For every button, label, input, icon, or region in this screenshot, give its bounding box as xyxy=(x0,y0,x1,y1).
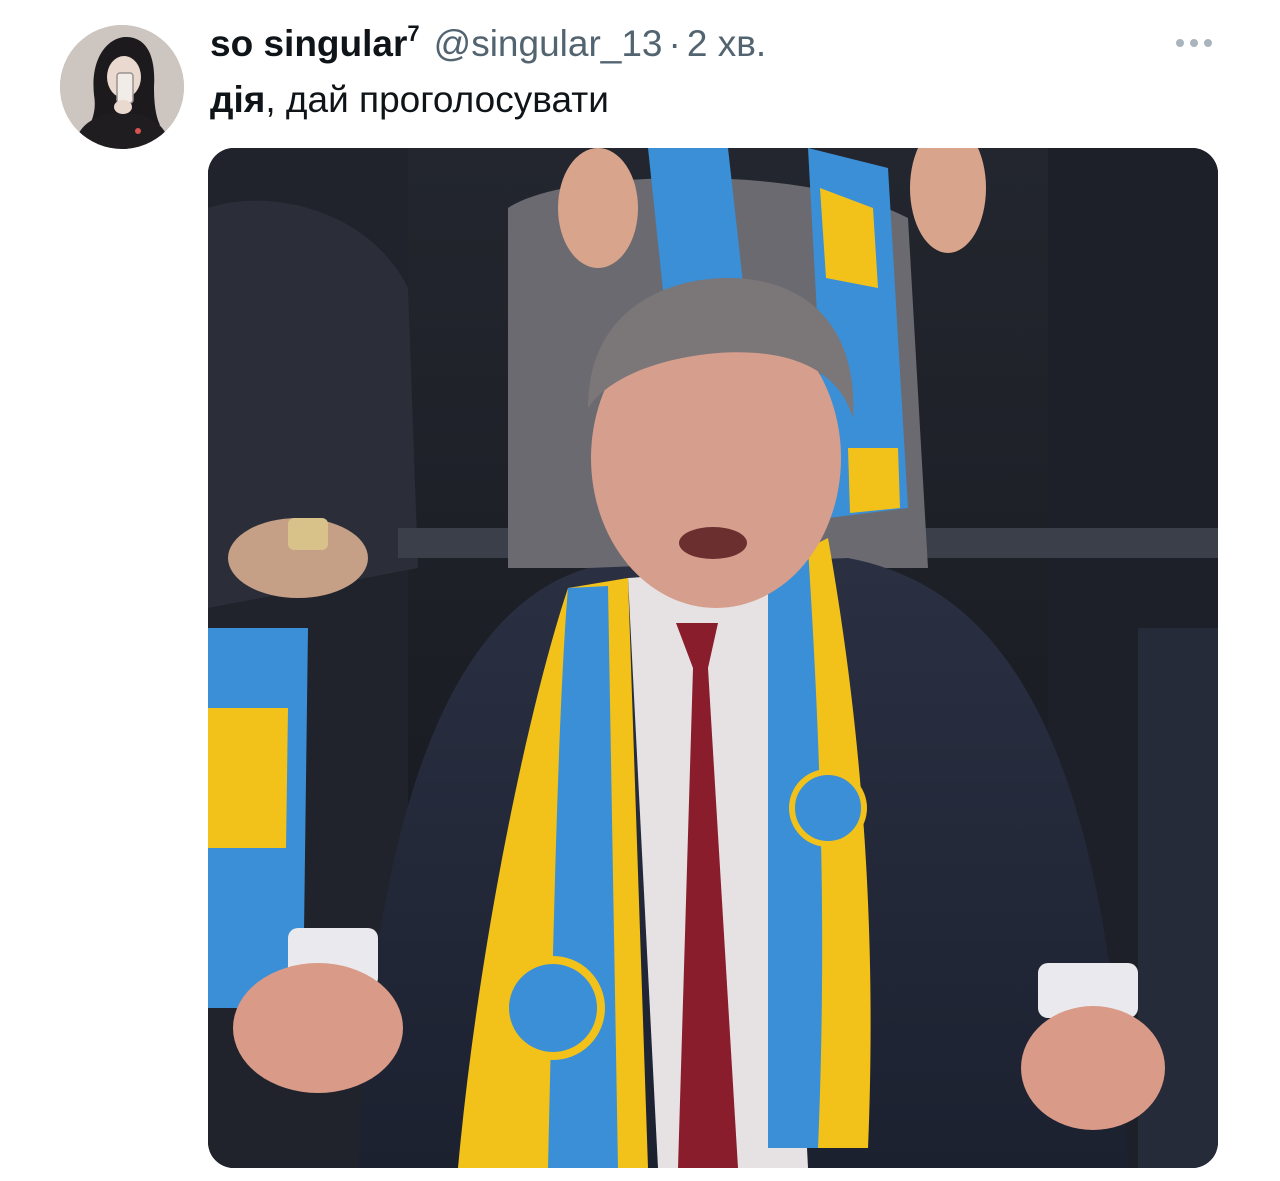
tweet-media-photo[interactable] xyxy=(208,148,1218,1168)
tweet-text-highlight: дія xyxy=(210,79,266,120)
user-handle[interactable]: @singular_13 xyxy=(434,20,663,68)
more-dot xyxy=(1190,39,1198,47)
tweet-text: дія, дай проголосувати xyxy=(210,76,609,124)
more-dot xyxy=(1204,39,1212,47)
display-name-sup: 7 xyxy=(407,20,420,46)
tweet: so singular7 @singular_13 · 2 хв. дія, д… xyxy=(0,0,1280,1181)
photo-illustration xyxy=(208,148,1218,1168)
more-horizontal-icon[interactable] xyxy=(1168,28,1220,58)
avatar-icon xyxy=(60,25,184,149)
tweet-header: so singular7 @singular_13 · 2 хв. xyxy=(210,20,766,68)
display-name[interactable]: so singular7 xyxy=(210,20,420,68)
avatar[interactable] xyxy=(60,25,184,149)
more-dot xyxy=(1176,39,1184,47)
tweet-text-rest: , дай проголосувати xyxy=(265,79,609,120)
timestamp[interactable]: 2 хв. xyxy=(687,20,766,68)
separator-dot: · xyxy=(668,23,681,64)
